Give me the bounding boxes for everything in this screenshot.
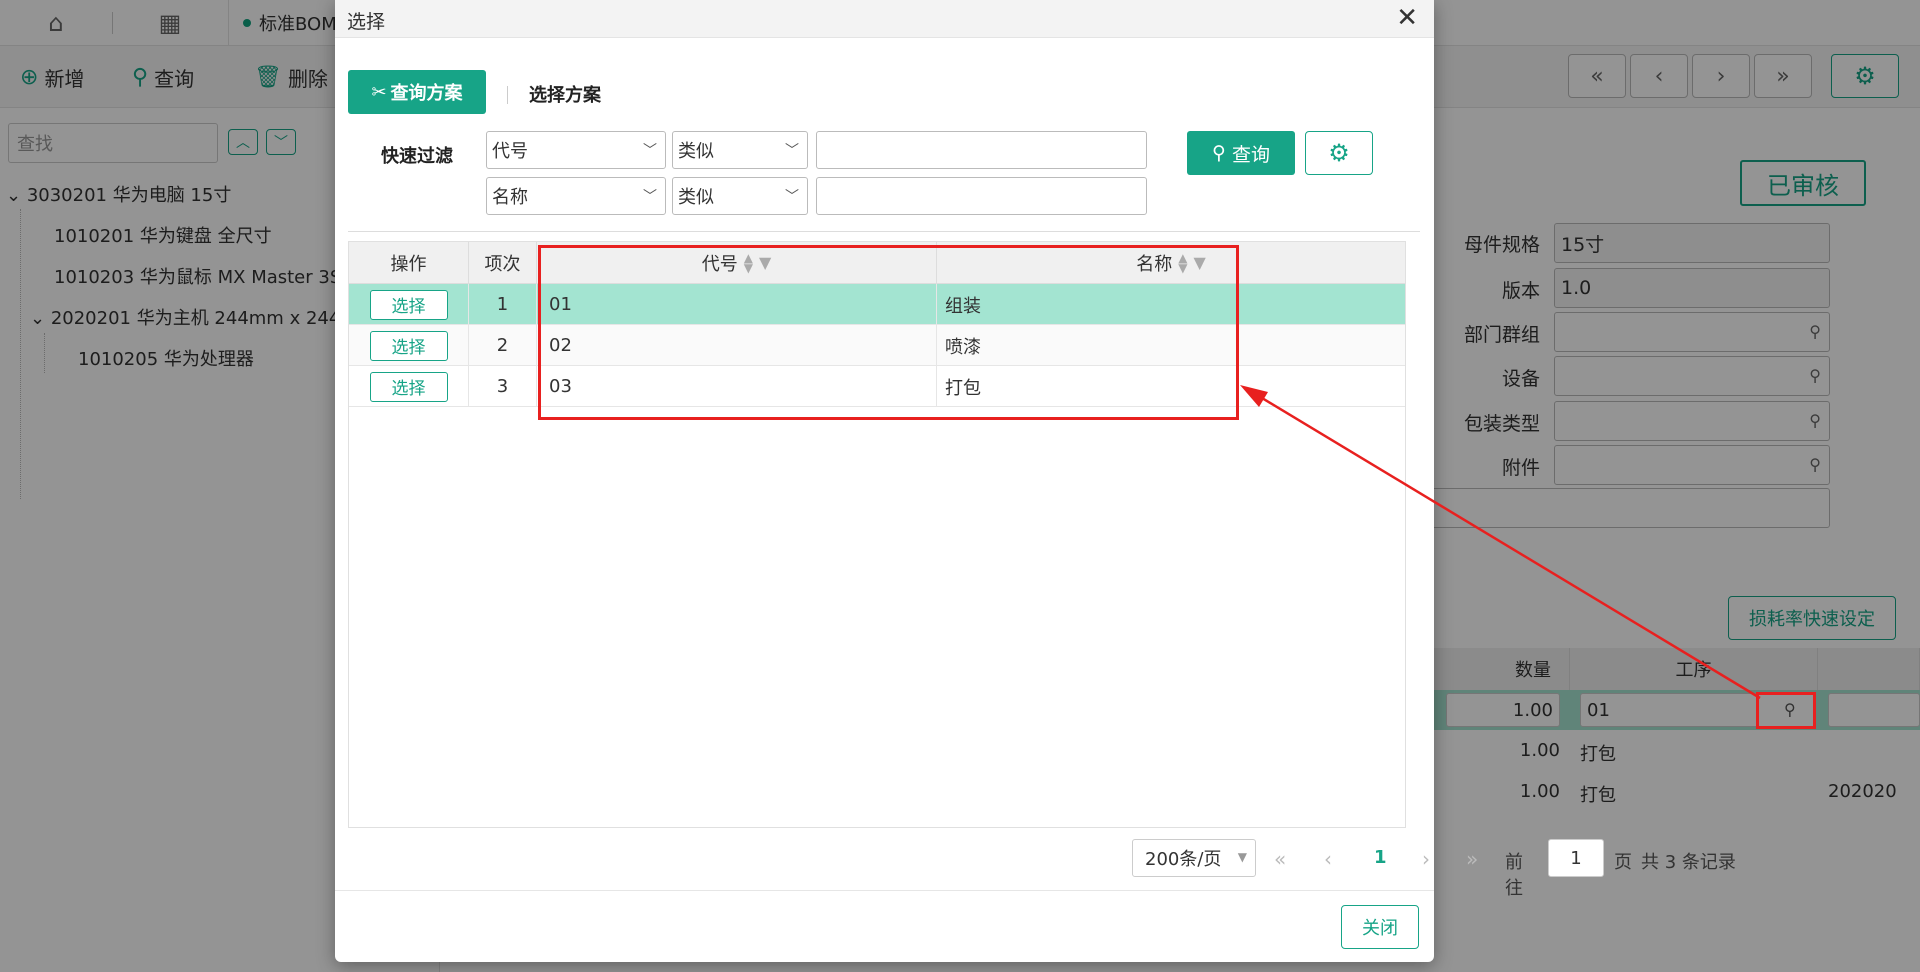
filter-value-input-1[interactable] <box>816 131 1147 169</box>
goto-label: 前往 <box>1505 852 1523 899</box>
search-label: 查询 <box>1231 143 1270 166</box>
last-page-icon[interactable]: » <box>1466 847 1478 871</box>
filter-op-select-1[interactable]: 类似 ﹀ <box>672 131 808 169</box>
tools-icon: ✂ <box>371 81 387 103</box>
dialog-header: 选择 ✕ <box>335 0 1434 38</box>
page-size-select[interactable]: 200条/页 ▼ <box>1132 839 1256 877</box>
highlight-box <box>538 245 1239 420</box>
col-header-index: 项次 <box>469 242 537 284</box>
index-cell: 2 <box>469 325 537 366</box>
goto-page-input[interactable]: 1 <box>1548 839 1604 877</box>
select-row-button[interactable]: 选择 <box>369 289 448 320</box>
search-button[interactable]: ⚲ 查询 <box>1187 131 1295 175</box>
page-unit-label: 页 <box>1614 852 1632 873</box>
gear-icon[interactable]: ⚙ <box>1305 131 1373 175</box>
pagination: 200条/页 ▼ « ‹ 1 › » 前往 1 页 共 3 条记录 <box>796 839 1736 899</box>
chevron-down-icon: ﹀ <box>785 189 799 205</box>
select-row-button[interactable]: 选择 <box>369 330 448 361</box>
search-icon: ⚲ <box>1212 142 1226 164</box>
action-cell: 选择 <box>349 284 469 325</box>
chevron-down-icon: ﹀ <box>643 143 657 159</box>
filter-value-input-2[interactable] <box>816 177 1147 215</box>
caret-down-icon: ▼ <box>1237 850 1247 864</box>
filter-field-value: 代号 <box>492 141 528 162</box>
action-cell: 选择 <box>349 325 469 366</box>
prev-page-icon[interactable]: ‹ <box>1324 847 1332 871</box>
next-page-icon[interactable]: › <box>1422 847 1430 871</box>
action-cell: 选择 <box>349 366 469 407</box>
query-scheme-button[interactable]: ✂ 查询方案 <box>348 70 486 114</box>
page-size-value: 200条/页 <box>1145 849 1222 870</box>
filter-field-select-2[interactable]: 名称 ﹀ <box>486 177 666 215</box>
first-page-icon[interactable]: « <box>1274 847 1286 871</box>
filter-op-select-2[interactable]: 类似 ﹀ <box>672 177 808 215</box>
filter-divider <box>348 231 1420 232</box>
quick-filter-label: 快速过滤 <box>381 146 453 167</box>
highlight-box-small <box>1756 692 1816 729</box>
filter-op-value: 类似 <box>678 141 714 162</box>
footer-divider <box>335 890 1434 891</box>
index-cell: 1 <box>469 284 537 325</box>
col-header-label: 操作 <box>390 253 427 275</box>
col-header-action: 操作 <box>349 242 469 284</box>
select-row-button[interactable]: 选择 <box>369 371 448 402</box>
query-scheme-label: 查询方案 <box>390 83 463 104</box>
close-button[interactable]: 关闭 <box>1341 905 1419 949</box>
col-header-label: 项次 <box>484 253 521 275</box>
total-records: 共 3 条记录 <box>1641 852 1736 873</box>
scheme-divider <box>507 86 508 104</box>
index-cell: 3 <box>469 366 537 407</box>
filter-field-value: 名称 <box>492 187 528 208</box>
chevron-down-icon: ﹀ <box>785 143 799 159</box>
select-scheme-button[interactable]: 选择方案 <box>529 81 601 107</box>
select-dialog: 选择 ✕ ✂ 查询方案 选择方案 快速过滤 代号 ﹀ 类似 ﹀ 名称 ﹀ 类似 … <box>335 0 1736 962</box>
chevron-down-icon: ﹀ <box>643 189 657 205</box>
filter-op-value: 类似 <box>678 187 714 208</box>
close-icon[interactable]: ✕ <box>1396 3 1418 33</box>
filter-field-select-1[interactable]: 代号 ﹀ <box>486 131 666 169</box>
current-page[interactable]: 1 <box>1374 847 1387 868</box>
dialog-title: 选择 <box>347 11 386 33</box>
